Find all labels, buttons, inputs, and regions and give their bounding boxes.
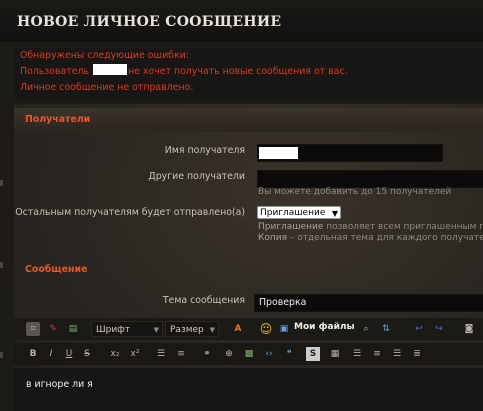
- recipient-name-input[interactable]: [257, 144, 443, 162]
- redacted-recipient: [259, 147, 298, 159]
- send-mode-value: Приглашение: [260, 208, 326, 218]
- chevron-down-icon: ▼: [331, 209, 338, 218]
- error-user-suffix: не хочет получать новые сообщения от вас…: [128, 66, 348, 77]
- message-header: Сообщение: [14, 258, 483, 282]
- recipient-name-label: Имя получателя: [164, 145, 245, 156]
- message-body-editor[interactable]: в игноре ли я: [14, 368, 483, 411]
- send-mode-hint-copy: Копия – отдельная тема для каждого получ…: [258, 233, 483, 243]
- subscript-icon[interactable]: x₂: [108, 347, 122, 361]
- sort-icon[interactable]: ⇅: [379, 322, 393, 336]
- bulleted-list-icon[interactable]: ☰: [154, 347, 168, 361]
- my-files-button[interactable]: Мои файлы: [294, 322, 355, 332]
- error-line-user: Пользователь не хочет получать новые соо…: [20, 64, 348, 80]
- message-body-text: в игноре ли я: [26, 379, 93, 390]
- bold-icon[interactable]: B: [26, 347, 40, 361]
- subject-label: Тема сообщения: [162, 295, 245, 306]
- chevron-down-icon: ▼: [209, 326, 215, 334]
- binoculars-icon[interactable]: ⌕: [359, 322, 373, 336]
- spoiler-icon[interactable]: S: [306, 347, 320, 361]
- align-center-icon[interactable]: ≡: [370, 347, 384, 361]
- image-icon[interactable]: ▩: [242, 347, 256, 361]
- align-right-icon[interactable]: ☰: [390, 347, 404, 361]
- quote-icon[interactable]: ❝: [282, 347, 296, 361]
- edge-marker: [0, 262, 3, 268]
- files-icon[interactable]: ▣: [277, 322, 291, 336]
- send-mode-select[interactable]: Приглашение ▼: [257, 206, 341, 219]
- font-select-label: Шрифт: [96, 325, 131, 335]
- subject-value: Проверка: [259, 297, 307, 308]
- recipients-header: Получатели: [14, 108, 483, 132]
- camera-icon[interactable]: ◙: [462, 322, 476, 336]
- size-select[interactable]: Размер ▼: [165, 321, 219, 337]
- italic-icon[interactable]: I: [44, 347, 58, 361]
- error-user-prefix: Пользователь: [20, 66, 90, 77]
- strikethrough-icon[interactable]: S: [80, 347, 94, 361]
- undo-icon[interactable]: ↩: [412, 322, 426, 336]
- hint-invite-text: позволяет всем приглашенным п: [326, 222, 483, 232]
- smiley-icon[interactable]: ☺: [259, 322, 273, 336]
- font-select[interactable]: Шрифт ▼: [91, 321, 163, 337]
- size-select-label: Размер: [170, 325, 204, 335]
- hint-copy-term: Копия: [258, 233, 288, 243]
- page-title-bar: НОВОЕ ЛИЧНОЕ СООБЩЕНИЕ: [0, 0, 483, 42]
- link-icon[interactable]: ⚭: [200, 347, 214, 361]
- eraser-icon[interactable]: ✎: [46, 322, 60, 336]
- edge-marker: [0, 180, 3, 186]
- editor-toolbar-top: ⌗ ✎ ▤ Шрифт ▼ Размер ▼ A ☺ ▣ Мои файлы ⌕…: [14, 318, 483, 340]
- numbered-list-icon[interactable]: ≡: [174, 347, 188, 361]
- error-box: Обнаружены следующие ошибки: Пользовател…: [14, 48, 483, 100]
- recipients-heading: Получатели: [25, 114, 91, 125]
- other-recipients-label: Другие получатели: [148, 171, 245, 182]
- page-title: НОВОЕ ЛИЧНОЕ СООБЩЕНИЕ: [17, 14, 282, 30]
- editor-toolbar-bottom: B I U S x₂ x² ☰ ≡ ⚭ ⊕ ▩ ‹› ❝ S ▦ ☰ ≡ ☰ ≣: [14, 343, 483, 365]
- hint-copy-text: – отдельная тема для каждого получате: [289, 233, 483, 243]
- redo-icon[interactable]: ↪: [432, 322, 446, 336]
- justify-icon[interactable]: ≣: [410, 347, 424, 361]
- edge-marker: [0, 352, 3, 358]
- align-left-icon[interactable]: ☰: [350, 347, 364, 361]
- chevron-down-icon: ▼: [153, 326, 159, 334]
- anchor-icon[interactable]: ⊕: [222, 347, 236, 361]
- message-heading: Сообщение: [25, 264, 88, 275]
- text-color-icon[interactable]: A: [231, 322, 245, 336]
- redacted-username: [93, 64, 128, 75]
- source-mode-icon[interactable]: ▤: [66, 322, 80, 336]
- subject-input[interactable]: Проверка: [254, 294, 483, 312]
- other-recipients-hint: Вы можете добавить до 15 получателей: [258, 187, 452, 197]
- error-heading: Обнаружены следующие ошибки:: [20, 50, 189, 61]
- other-recipients-input[interactable]: [257, 170, 483, 188]
- superscript-icon[interactable]: x²: [128, 347, 142, 361]
- underline-icon[interactable]: U: [62, 347, 76, 361]
- hint-invite-term: Приглашение: [258, 222, 324, 232]
- code-icon[interactable]: ‹›: [262, 347, 276, 361]
- error-not-sent: Личное сообщение не отправлено.: [20, 82, 194, 93]
- table-icon[interactable]: ▦: [328, 347, 342, 361]
- remove-format-icon[interactable]: ⌗: [26, 322, 40, 336]
- send-mode-hint-invite: Приглашение позволяет всем приглашенным …: [258, 222, 483, 232]
- send-mode-label: Остальным получателям будет отправлено(a…: [15, 207, 245, 218]
